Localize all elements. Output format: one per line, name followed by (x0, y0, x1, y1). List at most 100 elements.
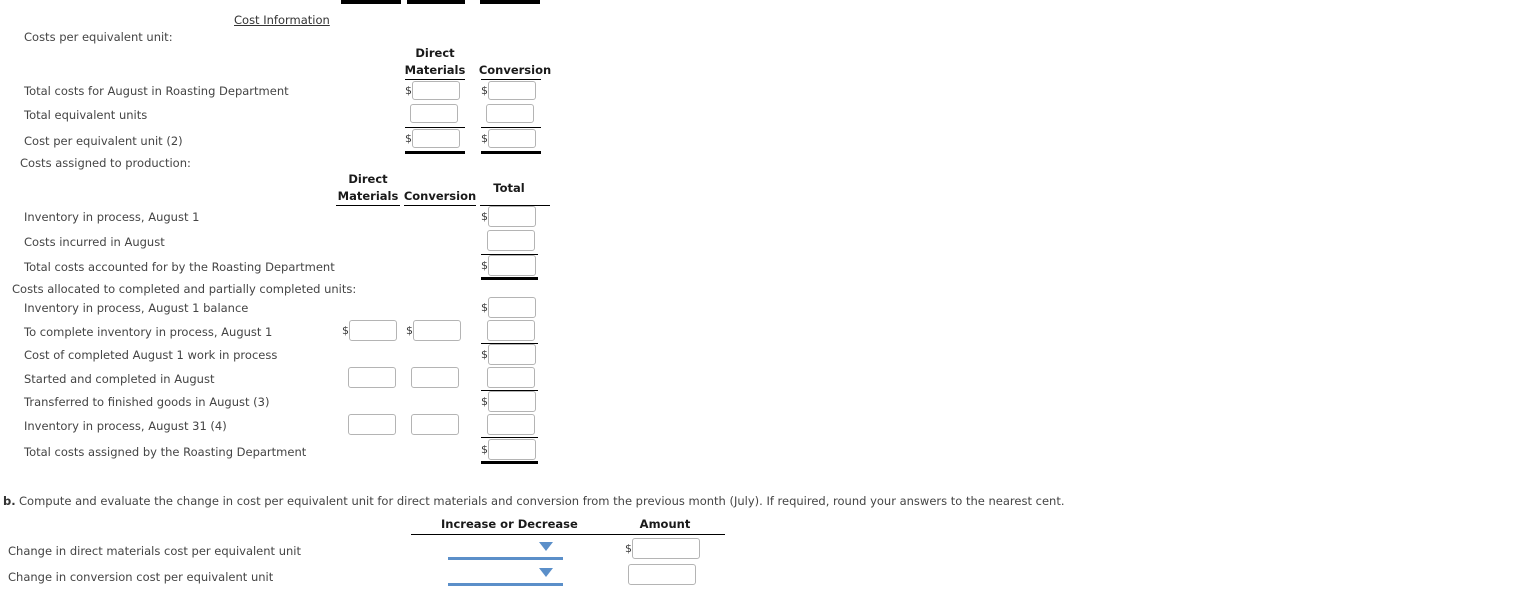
dollar-sign: $ (481, 259, 488, 272)
dollar-sign: $ (405, 132, 412, 145)
dropdown-change-direct-materials[interactable] (448, 538, 563, 560)
table1-cell-dm-1[interactable] (410, 104, 458, 123)
cutoff-rule-1 (341, 0, 401, 4)
table2-cell-dm-8[interactable] (348, 414, 396, 435)
dollar-sign: $ (481, 301, 488, 314)
label-costs-per-equivalent-unit: Costs per equivalent unit: (24, 30, 173, 44)
table2-input-total-8[interactable] (487, 414, 535, 435)
table1-input-conv-2[interactable] (488, 129, 536, 148)
table2-cell-conv-8[interactable] (411, 414, 459, 435)
table2-cell-total-3[interactable]: $ (481, 297, 536, 318)
part-b-cell-amount-0[interactable]: $ (625, 538, 700, 559)
chevron-down-icon[interactable] (539, 542, 553, 551)
table2-header-conversion: Conversion (403, 189, 477, 203)
part-b-header-increase-or-decrease: Increase or Decrease (441, 517, 578, 531)
table2-input-dm-4[interactable] (349, 320, 397, 341)
table2-input-total-2[interactable] (488, 255, 536, 276)
table2-input-total-6[interactable] (487, 367, 535, 388)
table1-input-conv-1[interactable] (486, 104, 534, 123)
table1-header-rule-dm (405, 79, 465, 80)
part-b-letter: b. (3, 494, 16, 508)
dollar-sign: $ (481, 132, 488, 145)
table1-input-dm-1[interactable] (410, 104, 458, 123)
table2-cell-total-4[interactable] (487, 320, 535, 341)
table2-input-total-0[interactable] (488, 206, 536, 227)
table2-input-total-9[interactable] (488, 439, 536, 460)
table1-header-direct-line1: Direct (415, 46, 455, 60)
table2-cell-total-1[interactable] (487, 230, 535, 251)
table2-cell-conv-4[interactable]: $ (406, 320, 461, 341)
part-b-input-amount-0[interactable] (632, 538, 700, 559)
dropdown-underline (448, 583, 563, 586)
table1-row-label-2: Cost per equivalent unit (2) (24, 134, 183, 148)
dollar-sign: $ (481, 443, 488, 456)
part-b-cell-amount-1[interactable] (628, 564, 696, 585)
dollar-sign: $ (481, 210, 488, 223)
table2-input-dm-6[interactable] (348, 367, 396, 388)
table1-subtotal-rule-dm (405, 127, 465, 128)
table1-row-label-0: Total costs for August in Roasting Depar… (24, 84, 289, 98)
table2-row-label-4: To complete inventory in process, August… (24, 325, 273, 339)
table2-cell-total-0[interactable]: $ (481, 206, 536, 227)
dollar-sign: $ (405, 84, 412, 97)
table2-input-total-4[interactable] (487, 320, 535, 341)
table1-header-direct-line2: Materials (404, 63, 466, 77)
cutoff-rule-2 (407, 0, 465, 4)
table2-row-label-5: Cost of completed August 1 work in proce… (24, 348, 278, 362)
table2-header-rule-conv (404, 205, 476, 206)
table1-header-rule-conv (481, 79, 541, 80)
table1-input-dm-2[interactable] (412, 129, 460, 148)
table2-input-conv-8[interactable] (411, 414, 459, 435)
table2-cell-total-2[interactable]: $ (481, 255, 536, 276)
table2-cell-dm-4[interactable]: $ (342, 320, 397, 341)
dollar-sign: $ (481, 348, 488, 361)
table2-row-label-3: Inventory in process, August 1 balance (24, 301, 249, 315)
table2-input-dm-8[interactable] (348, 414, 396, 435)
table2-input-total-1[interactable] (487, 230, 535, 251)
table2-cell-total-6[interactable] (487, 367, 535, 388)
table2-header-direct-line1: Direct (348, 172, 388, 186)
table2-input-conv-4[interactable] (413, 320, 461, 341)
table2-cell-total-8[interactable] (487, 414, 535, 435)
table2-row-label-8: Inventory in process, August 31 (4) (24, 419, 227, 433)
label-costs-assigned-to-production: Costs assigned to production: (20, 156, 191, 170)
cutoff-rule-3 (480, 0, 540, 4)
table1-cell-dm-2[interactable]: $ (405, 129, 460, 148)
table1-input-dm-0[interactable] (412, 81, 460, 100)
table1-row-label-1: Total equivalent units (24, 108, 148, 122)
table2-row-label-2: Total costs accounted for by the Roastin… (24, 260, 335, 274)
table2-cell-dm-6[interactable] (348, 367, 396, 388)
table2-input-total-3[interactable] (488, 297, 536, 318)
chevron-down-icon[interactable] (539, 568, 553, 577)
dollar-sign: $ (406, 324, 413, 337)
dollar-sign: $ (342, 324, 349, 337)
table1-header-conversion: Conversion (478, 63, 552, 77)
table2-header-total: Total (493, 181, 525, 195)
dollar-sign: $ (625, 542, 632, 555)
table2-cell-total-7[interactable]: $ (481, 391, 536, 412)
table1-input-conv-0[interactable] (488, 81, 536, 100)
table2-row-label-6: Started and completed in August (24, 372, 215, 386)
table2-cell-total-9[interactable]: $ (481, 439, 536, 460)
table2-row-label-0: Inventory in process, August 1 (24, 210, 200, 224)
table2-input-total-7[interactable] (488, 391, 536, 412)
table1-total-rule-dm (405, 151, 465, 154)
table1-cell-conv-1[interactable] (486, 104, 534, 123)
table1-cell-conv-0[interactable]: $ (481, 81, 536, 100)
table2-header-direct-line2: Materials (337, 189, 399, 203)
table2-cell-total-5[interactable]: $ (481, 344, 536, 365)
table2-header-rule-dm (336, 205, 400, 206)
table2-cell-conv-6[interactable] (411, 367, 459, 388)
table1-cell-conv-2[interactable]: $ (481, 129, 536, 148)
table2-subtotal-rule-total-d (481, 437, 538, 438)
table1-cell-dm-0[interactable]: $ (405, 81, 460, 100)
table2-row-label-9: Total costs assigned by the Roasting Dep… (24, 445, 307, 459)
table2-input-conv-6[interactable] (411, 367, 459, 388)
part-b-row-label-1: Change in conversion cost per equivalent… (8, 570, 274, 584)
part-b-instruction: Compute and evaluate the change in cost … (19, 494, 1065, 508)
part-b-input-amount-1[interactable] (628, 564, 696, 585)
table2-input-total-5[interactable] (488, 344, 536, 365)
part-b-row-label-0: Change in direct materials cost per equi… (8, 544, 301, 558)
dropdown-change-conversion[interactable] (448, 564, 563, 586)
label-costs-allocated: Costs allocated to completed and partial… (12, 282, 357, 296)
